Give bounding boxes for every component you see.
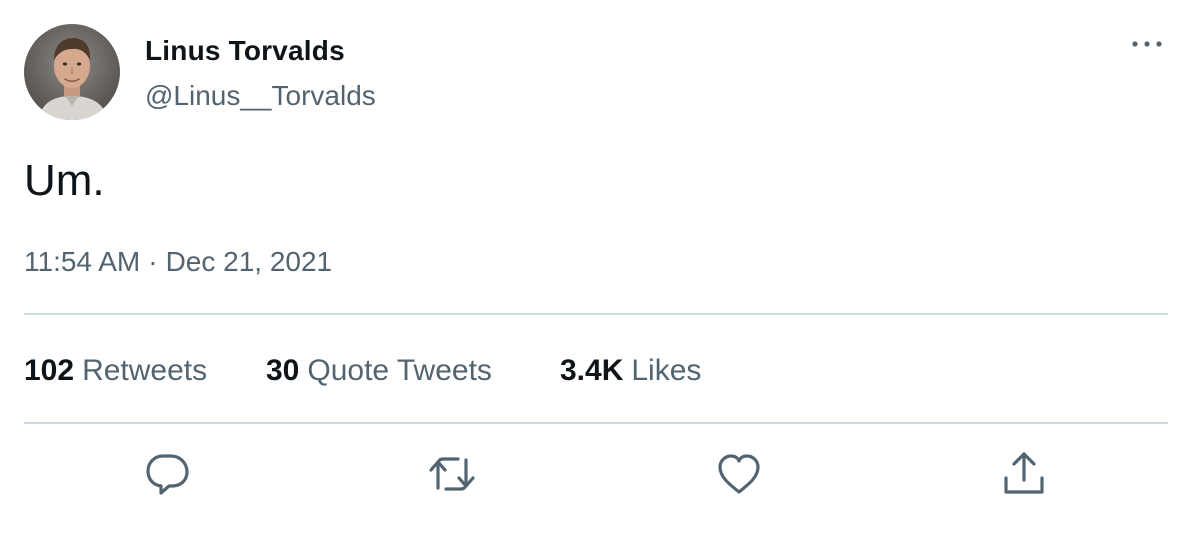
avatar[interactable]: [24, 24, 120, 120]
tweet-text: Um.: [24, 156, 105, 205]
author-handle[interactable]: @Linus__Torvalds: [145, 79, 376, 113]
reply-icon: [146, 454, 189, 495]
retweet-button[interactable]: [426, 448, 478, 500]
tweet-time: 11:54 AM: [24, 246, 141, 277]
tweet-card: Linus Torvalds @Linus__Torvalds Um. 11:5…: [0, 0, 1192, 546]
likes-count: 3.4K: [560, 354, 624, 387]
share-icon: [1004, 452, 1044, 494]
meta-separator: ·: [148, 246, 158, 277]
divider: [24, 422, 1168, 424]
share-button[interactable]: [998, 448, 1050, 500]
quote-tweets-stat[interactable]: 30 Quote Tweets: [266, 351, 492, 391]
like-icon: [718, 454, 760, 494]
profile-photo-icon: [24, 24, 120, 120]
tweet-timestamp[interactable]: 11:54 AM · Dec 21, 2021: [24, 244, 332, 280]
divider: [24, 313, 1168, 315]
author-display-name[interactable]: Linus Torvalds: [145, 34, 345, 68]
retweets-label: Retweets: [82, 354, 208, 387]
more-options-icon: [1132, 41, 1162, 47]
quote-tweets-count: 30: [266, 354, 300, 387]
likes-label: Likes: [631, 354, 702, 387]
likes-stat[interactable]: 3.4K Likes: [560, 351, 701, 391]
quote-tweets-label: Quote Tweets: [307, 354, 492, 387]
tweet-date: Dec 21, 2021: [165, 246, 333, 277]
retweets-count: 102: [24, 354, 75, 387]
retweets-stat[interactable]: 102 Retweets: [24, 351, 207, 391]
retweet-icon: [429, 457, 475, 491]
like-button[interactable]: [713, 448, 765, 500]
reply-button[interactable]: [141, 448, 193, 500]
more-options-button[interactable]: [1126, 26, 1170, 62]
